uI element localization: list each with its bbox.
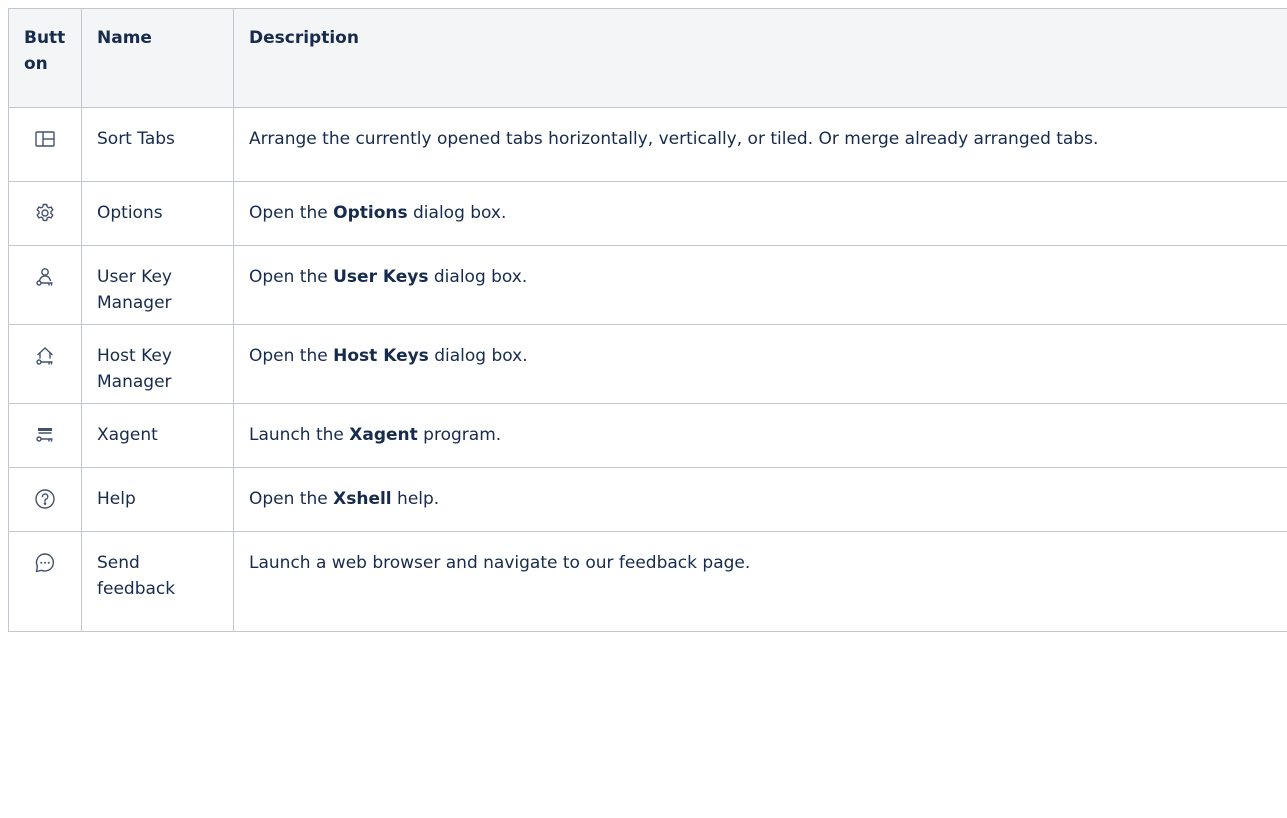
table-row: Help Open the Xshell help. xyxy=(8,467,1287,532)
name-cell: Options xyxy=(81,181,234,246)
name-cell: Send feedback xyxy=(81,531,234,632)
button-cell xyxy=(8,107,82,182)
description-cell: Launch the Xagent program. xyxy=(233,403,1287,468)
help-icon xyxy=(35,489,55,509)
agent-key-icon xyxy=(36,428,53,442)
table-row: User Key Manager Open the User Keys dial… xyxy=(8,245,1287,325)
description-cell: Arrange the currently opened tabs horizo… xyxy=(233,107,1287,182)
description-cell: Open the Host Keys dialog box. xyxy=(233,324,1287,404)
description-cell: Open the Options dialog box. xyxy=(233,181,1287,246)
name-cell: Xagent xyxy=(81,403,234,468)
name-cell: Host Key Manager xyxy=(81,324,234,404)
name-cell: User Key Manager xyxy=(81,245,234,325)
column-header-name: Name xyxy=(81,8,234,108)
gear-icon xyxy=(36,203,54,222)
button-cell xyxy=(8,531,82,632)
table-header-row: Button Name Description xyxy=(8,8,1287,108)
table-row: Xagent Launch the Xagent program. xyxy=(8,403,1287,468)
description-cell: Launch a web browser and navigate to our… xyxy=(233,531,1287,632)
button-cell xyxy=(8,467,82,532)
table-row: Options Open the Options dialog box. xyxy=(8,181,1287,246)
column-header-description: Description xyxy=(233,8,1287,108)
host-key-icon xyxy=(36,347,53,365)
table-row: Sort Tabs Arrange the currently opened t… xyxy=(8,107,1287,182)
feedback-icon xyxy=(35,553,55,573)
button-cell xyxy=(8,324,82,404)
table-row: Send feedback Launch a web browser and n… xyxy=(8,531,1287,632)
button-cell xyxy=(8,245,82,325)
description-cell: Open the Xshell help. xyxy=(233,467,1287,532)
column-header-button: Button xyxy=(8,8,82,108)
user-key-icon xyxy=(36,268,53,286)
description-cell: Open the User Keys dialog box. xyxy=(233,245,1287,325)
table-row: Host Key Manager Open the Host Keys dial… xyxy=(8,324,1287,404)
split-layout-icon xyxy=(35,131,55,147)
name-cell: Sort Tabs xyxy=(81,107,234,182)
button-cell xyxy=(8,181,82,246)
buttons-table: Button Name Description Sort Tabs Arrang… xyxy=(8,8,1287,632)
name-cell: Help xyxy=(81,467,234,532)
button-cell xyxy=(8,403,82,468)
